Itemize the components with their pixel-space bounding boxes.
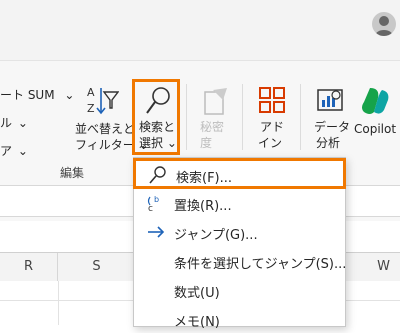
- data-analysis-button[interactable]: データ 分析: [308, 82, 352, 152]
- menu-item-goto-special[interactable]: 条件を選択してジャンプ(S)...: [134, 246, 347, 275]
- column-header-r[interactable]: R: [0, 253, 58, 281]
- chevron-down-icon: ⌄: [64, 88, 75, 102]
- data-analysis-icon: [317, 89, 343, 111]
- menu-item-goto[interactable]: ジャンプ(G)...: [134, 217, 345, 246]
- find-select-label-2-row: 選択 ⌄: [139, 136, 177, 150]
- sort-filter-button[interactable]: A Z 並べ替えと フィルター ⌄: [75, 82, 149, 152]
- sensitivity-icon: [204, 88, 227, 115]
- svg-text:A: A: [87, 86, 95, 99]
- data-analysis-label-1: データ: [314, 120, 351, 134]
- user-icon: [375, 16, 393, 36]
- ribbon-separator: [242, 84, 243, 150]
- arrow-right-icon: [148, 226, 165, 238]
- addins-button[interactable]: アド イン: [252, 82, 292, 152]
- menu-item-replace[interactable]: b c 置換(R)...: [134, 188, 345, 217]
- sensitivity-label-2: 度: [200, 136, 213, 150]
- avatar[interactable]: [372, 12, 396, 36]
- chevron-down-icon: ⌄: [17, 116, 28, 130]
- replace-icon: b c: [147, 195, 159, 213]
- chevron-down-icon: ⌄: [166, 136, 177, 150]
- menu-item-label: ジャンプ(G)...: [174, 228, 258, 243]
- fill-label: ル: [0, 116, 13, 130]
- sort-filter-label-1: 並べ替えと: [75, 122, 136, 136]
- clear-label: ア: [0, 144, 13, 158]
- group-label-editing: 編集: [60, 166, 85, 180]
- find-select-label-1: 検索と: [139, 120, 176, 134]
- menu-item-formulas[interactable]: 数式(U): [134, 275, 345, 304]
- sort-filter-icon: A Z: [87, 86, 119, 115]
- svg-text:Z: Z: [87, 102, 95, 115]
- clear-button[interactable]: ア ⌄: [0, 144, 28, 158]
- autosum-label: ート SUM: [0, 88, 55, 102]
- column-header-s[interactable]: S: [58, 253, 136, 281]
- addins-label-1: アド: [260, 120, 285, 134]
- menu-item-label: 置換(R)...: [174, 199, 232, 214]
- copilot-icon: [362, 88, 389, 114]
- search-icon: [149, 166, 166, 184]
- addins-label-2: イン: [258, 136, 283, 150]
- sensitivity-label-1: 秘密: [200, 120, 225, 134]
- addins-icon: [259, 87, 285, 113]
- find-select-menu: 検索(F)... b c 置換(R)... ジャンプ(G)... 条件を選択して…: [133, 157, 347, 330]
- fill-button[interactable]: ル ⌄: [0, 116, 28, 130]
- menu-item-label: 検索(F)...: [176, 171, 233, 186]
- menu-item-label: 条件を選択してジャンプ(S)...: [174, 257, 347, 272]
- data-analysis-label-2: 分析: [316, 136, 341, 150]
- search-icon: [146, 87, 170, 114]
- grid-line: [58, 281, 59, 325]
- chevron-down-icon: ⌄: [17, 144, 28, 158]
- sensitivity-button[interactable]: 秘密 度: [194, 82, 234, 152]
- menu-item-find[interactable]: 検索(F)...: [133, 158, 346, 189]
- menu-item-label: メモ(N): [174, 315, 220, 330]
- menu-item-notes[interactable]: メモ(N): [134, 304, 345, 333]
- ribbon-separator: [186, 84, 187, 150]
- find-select-label-2: 選択: [139, 136, 164, 150]
- column-header-w[interactable]: W: [344, 253, 400, 281]
- menu-item-label: 数式(U): [174, 286, 220, 301]
- svg-text:b: b: [154, 195, 159, 204]
- copilot-button[interactable]: Copilot: [352, 82, 400, 152]
- svg-text:c: c: [148, 204, 153, 213]
- sort-filter-label-2: フィルター: [75, 138, 135, 152]
- find-select-button[interactable]: 検索と 選択 ⌄: [132, 79, 180, 155]
- title-bar: [0, 0, 400, 60]
- copilot-label: Copilot: [354, 122, 397, 136]
- ribbon-separator: [300, 84, 301, 150]
- autosum-button[interactable]: ート SUM ⌄: [0, 88, 74, 102]
